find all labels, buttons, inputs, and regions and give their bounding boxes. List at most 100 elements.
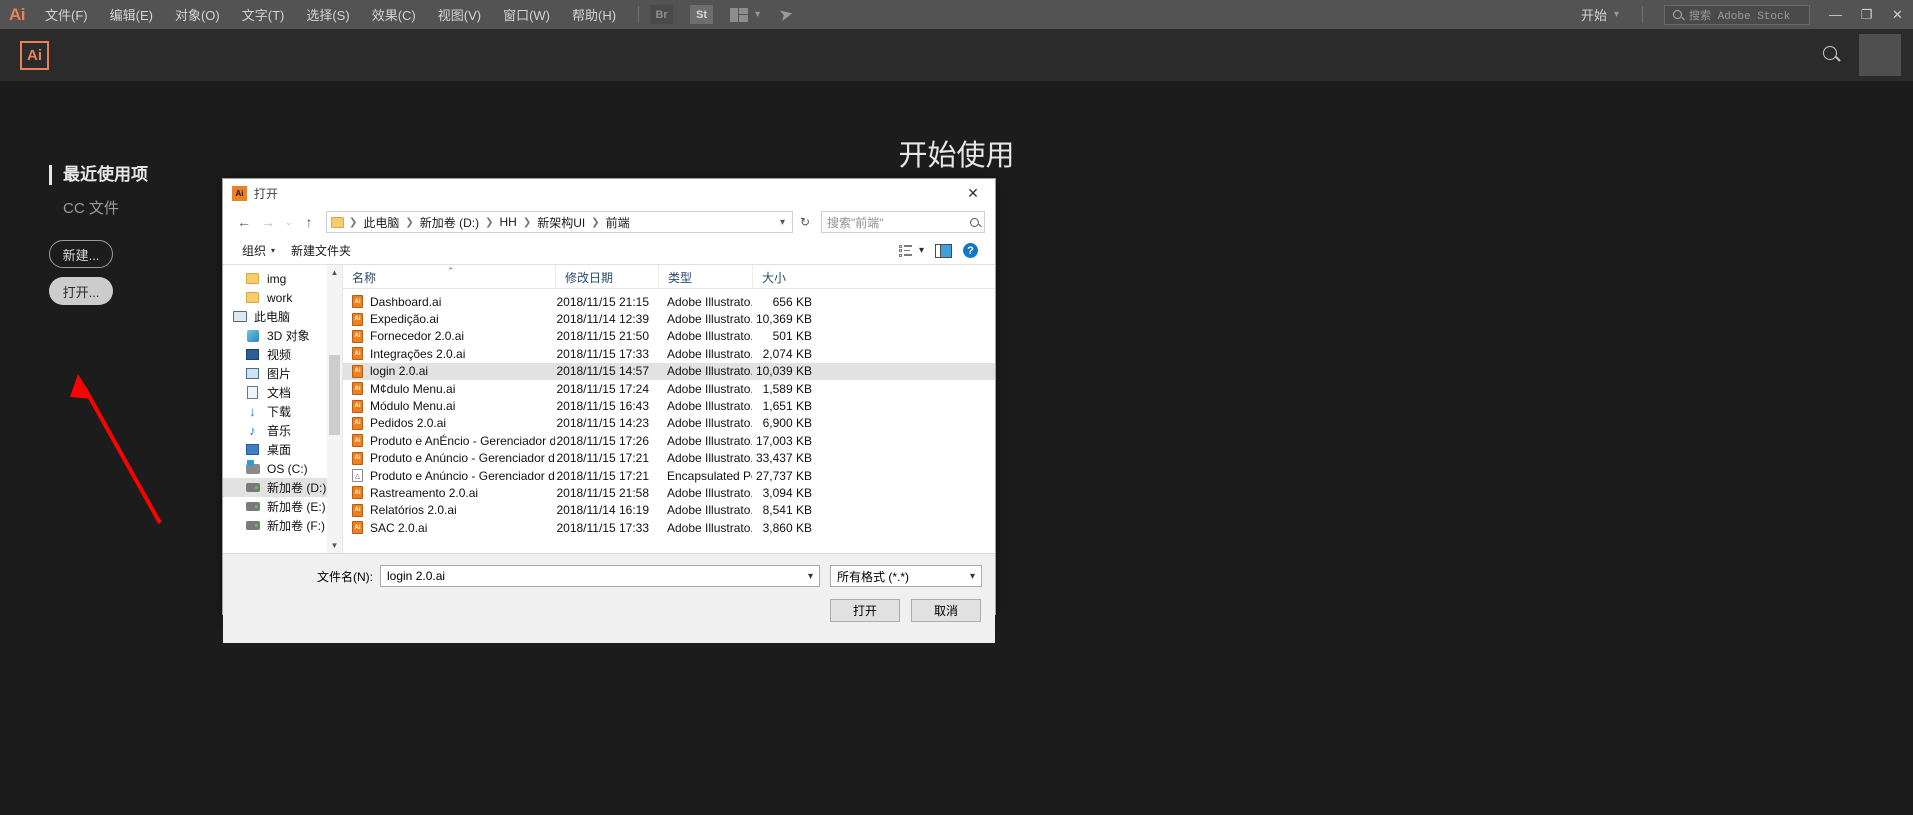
dialog-close-button[interactable]: ✕	[951, 179, 995, 207]
rocket-icon[interactable]: ➤	[777, 3, 795, 26]
breadcrumb-item-2[interactable]: HH	[499, 215, 518, 229]
open-button[interactable]: 打开	[830, 599, 900, 622]
preview-pane-icon[interactable]	[935, 243, 952, 258]
tree-item-label: work	[267, 290, 293, 305]
table-row[interactable]: Ai Rastreamento 2.0.ai 2018/11/15 21:58 Ado…	[343, 484, 995, 501]
file-type-cell: Adobe Illustrato...	[667, 416, 752, 431]
organize-button[interactable]: 组织 ▾	[236, 239, 281, 262]
ai-file-icon: Ai	[352, 364, 363, 378]
cancel-button[interactable]: 取消	[911, 599, 981, 622]
forward-button[interactable]: →	[257, 211, 279, 233]
file-type-cell: Adobe Illustrato...	[667, 485, 752, 500]
breadcrumb-item-4[interactable]: 前端	[605, 214, 631, 231]
table-row[interactable]: Ai SAC 2.0.ai 2018/11/15 17:33 Adobe Illust…	[343, 519, 995, 536]
tree-item-13[interactable]: 新加卷 (F:)	[223, 516, 342, 535]
layout-switcher-icon[interactable]: ▾	[730, 7, 760, 22]
menu-select[interactable]: 选择(S)	[295, 0, 360, 29]
refresh-button[interactable]: ↻	[795, 211, 815, 233]
column-header-type[interactable]: 类型	[658, 265, 752, 289]
column-header-name[interactable]: 名称 ⌃	[343, 265, 555, 289]
open-document-button[interactable]: 打开...	[49, 277, 113, 305]
adobe-stock-search-input[interactable]: 搜索 Adobe Stock	[1664, 4, 1810, 25]
table-row[interactable]: Ai M¢dulo Menu.ai 2018/11/15 17:24 Adobe Il…	[343, 380, 995, 397]
address-breadcrumb-bar[interactable]: ❯ 此电脑 ❯ 新加卷 (D:) ❯ HH ❯ 新架构UI ❯ 前端 ▾	[326, 211, 793, 233]
file-type-cell: Adobe Illustrato...	[667, 381, 752, 396]
file-type-cell: Adobe Illustrato...	[667, 451, 752, 466]
start-workspace-switcher[interactable]: 开始 ▾	[1569, 5, 1631, 24]
file-name-label: Rastreamento 2.0.ai	[370, 485, 479, 500]
table-row[interactable]: Ai Pedidos 2.0.ai 2018/11/15 14:23 Adobe Il…	[343, 415, 995, 432]
sidebar-item-cc-files[interactable]: CC 文件	[49, 197, 239, 218]
table-row[interactable]: △ Produto e Anúncio - Gerenciador de ... 2…	[343, 467, 995, 484]
annotation-arrow	[70, 374, 162, 524]
file-type-cell: Adobe Illustrato...	[667, 312, 752, 327]
tree-item-label: img	[267, 271, 287, 286]
scroll-down-icon[interactable]: ▼	[327, 538, 342, 553]
breadcrumb-item-3[interactable]: 新架构UI	[536, 214, 586, 231]
table-row[interactable]: Ai Produto e AnÉncio - Gerenciador de ...…	[343, 432, 995, 449]
view-options-button[interactable]: ▾	[898, 244, 924, 257]
table-row[interactable]: Ai Expedição.ai 2018/11/14 12:39 Adobe Illu…	[343, 310, 995, 327]
menu-type[interactable]: 文字(T)	[231, 0, 296, 29]
table-row[interactable]: Ai Produto e Anúncio - Gerenciador de ...…	[343, 450, 995, 467]
window-restore-button[interactable]: ❐	[1851, 0, 1882, 29]
table-row[interactable]: Ai Relatórios 2.0.ai 2018/11/14 16:19 Adobe…	[343, 502, 995, 519]
menu-view[interactable]: 视图(V)	[427, 0, 492, 29]
scroll-up-icon[interactable]: ▲	[327, 265, 342, 280]
illustrator-home-icon[interactable]: Ai	[20, 40, 49, 70]
breadcrumb-item-1[interactable]: 新加卷 (D:)	[419, 214, 480, 231]
window-minimize-button[interactable]: —	[1820, 0, 1851, 29]
table-row[interactable]: Ai Módulo Menu.ai 2018/11/15 16:43 Adobe Il…	[343, 397, 995, 414]
column-header-date[interactable]: 修改日期	[555, 265, 658, 289]
new-folder-button[interactable]: 新建文件夹	[285, 239, 357, 262]
file-type-cell: Adobe Illustrato...	[667, 294, 752, 309]
recent-locations-icon[interactable]: ⌄	[281, 211, 296, 233]
bridge-icon[interactable]: Br	[650, 5, 674, 24]
menu-effect[interactable]: 效果(C)	[361, 0, 427, 29]
dialog-search-input[interactable]: 搜索"前端"	[821, 211, 985, 233]
column-header-size[interactable]: 大小	[752, 265, 817, 289]
tree-item-0[interactable]: img	[223, 269, 342, 288]
up-one-level-button[interactable]: ↑	[298, 211, 320, 233]
chevron-down-icon[interactable]: ▾	[808, 571, 813, 582]
table-row[interactable]: Ai login 2.0.ai 2018/11/15 14:57 Adobe Illu…	[343, 362, 995, 380]
avatar[interactable]	[1859, 34, 1901, 76]
menu-edit[interactable]: 编辑(E)	[99, 0, 164, 29]
table-row[interactable]: Ai Dashboard.ai 2018/11/15 21:15 Adobe Illu…	[343, 293, 995, 310]
tree-item-2[interactable]: 此电脑	[223, 307, 342, 326]
menu-object[interactable]: 对象(O)	[164, 0, 231, 29]
tree-scrollbar[interactable]: ▲ ▼	[327, 265, 342, 553]
menu-window[interactable]: 窗口(W)	[492, 0, 561, 29]
chevron-down-icon[interactable]: ▾	[780, 217, 788, 228]
tree-item-11[interactable]: 新加卷 (D:)	[223, 478, 342, 497]
organize-label: 组织	[242, 244, 267, 258]
menu-help[interactable]: 帮助(H)	[561, 0, 627, 29]
scrollbar-thumb[interactable]	[329, 355, 340, 435]
file-type-filter-select[interactable]: 所有格式 (*.*) ▾	[830, 565, 982, 587]
tree-item-10[interactable]: OS (C:)	[223, 459, 342, 478]
tree-item-9[interactable]: 桌面	[223, 440, 342, 459]
tree-item-6[interactable]: 文档	[223, 383, 342, 402]
window-close-button[interactable]: ✕	[1882, 0, 1913, 29]
tree-item-8[interactable]: ♪ 音乐	[223, 421, 342, 440]
tree-item-12[interactable]: 新加卷 (E:)	[223, 497, 342, 516]
menu-file[interactable]: 文件(F)	[34, 0, 99, 29]
breadcrumb-item-0[interactable]: 此电脑	[362, 214, 400, 231]
tree-item-3[interactable]: 3D 对象	[223, 326, 342, 345]
tree-item-5[interactable]: 图片	[223, 364, 342, 383]
tree-item-1[interactable]: work	[223, 288, 342, 307]
tree-item-4[interactable]: 视频	[223, 345, 342, 364]
ai-file-icon: Ai	[352, 503, 363, 517]
table-row[interactable]: Ai Integrações 2.0.ai 2018/11/15 17:33 Adob…	[343, 345, 995, 362]
sidebar-item-recent[interactable]: 最近使用项	[49, 165, 239, 185]
filename-input[interactable]: login 2.0.ai ▾	[380, 565, 820, 587]
stock-icon[interactable]: St	[690, 5, 714, 24]
back-button[interactable]: ←	[233, 211, 255, 233]
file-size-cell: 10,369 KB	[755, 312, 812, 327]
tree-item-7[interactable]: ↓ 下载	[223, 402, 342, 421]
new-document-button[interactable]: 新建...	[49, 240, 113, 268]
help-icon[interactable]: ?	[963, 243, 978, 258]
table-row[interactable]: Ai Fornecedor 2.0.ai 2018/11/15 21:50 Adobe…	[343, 328, 995, 345]
header-search-button[interactable]	[1823, 45, 1837, 65]
dialog-command-bar: 组织 ▾ 新建文件夹 ▾ ?	[223, 237, 995, 264]
